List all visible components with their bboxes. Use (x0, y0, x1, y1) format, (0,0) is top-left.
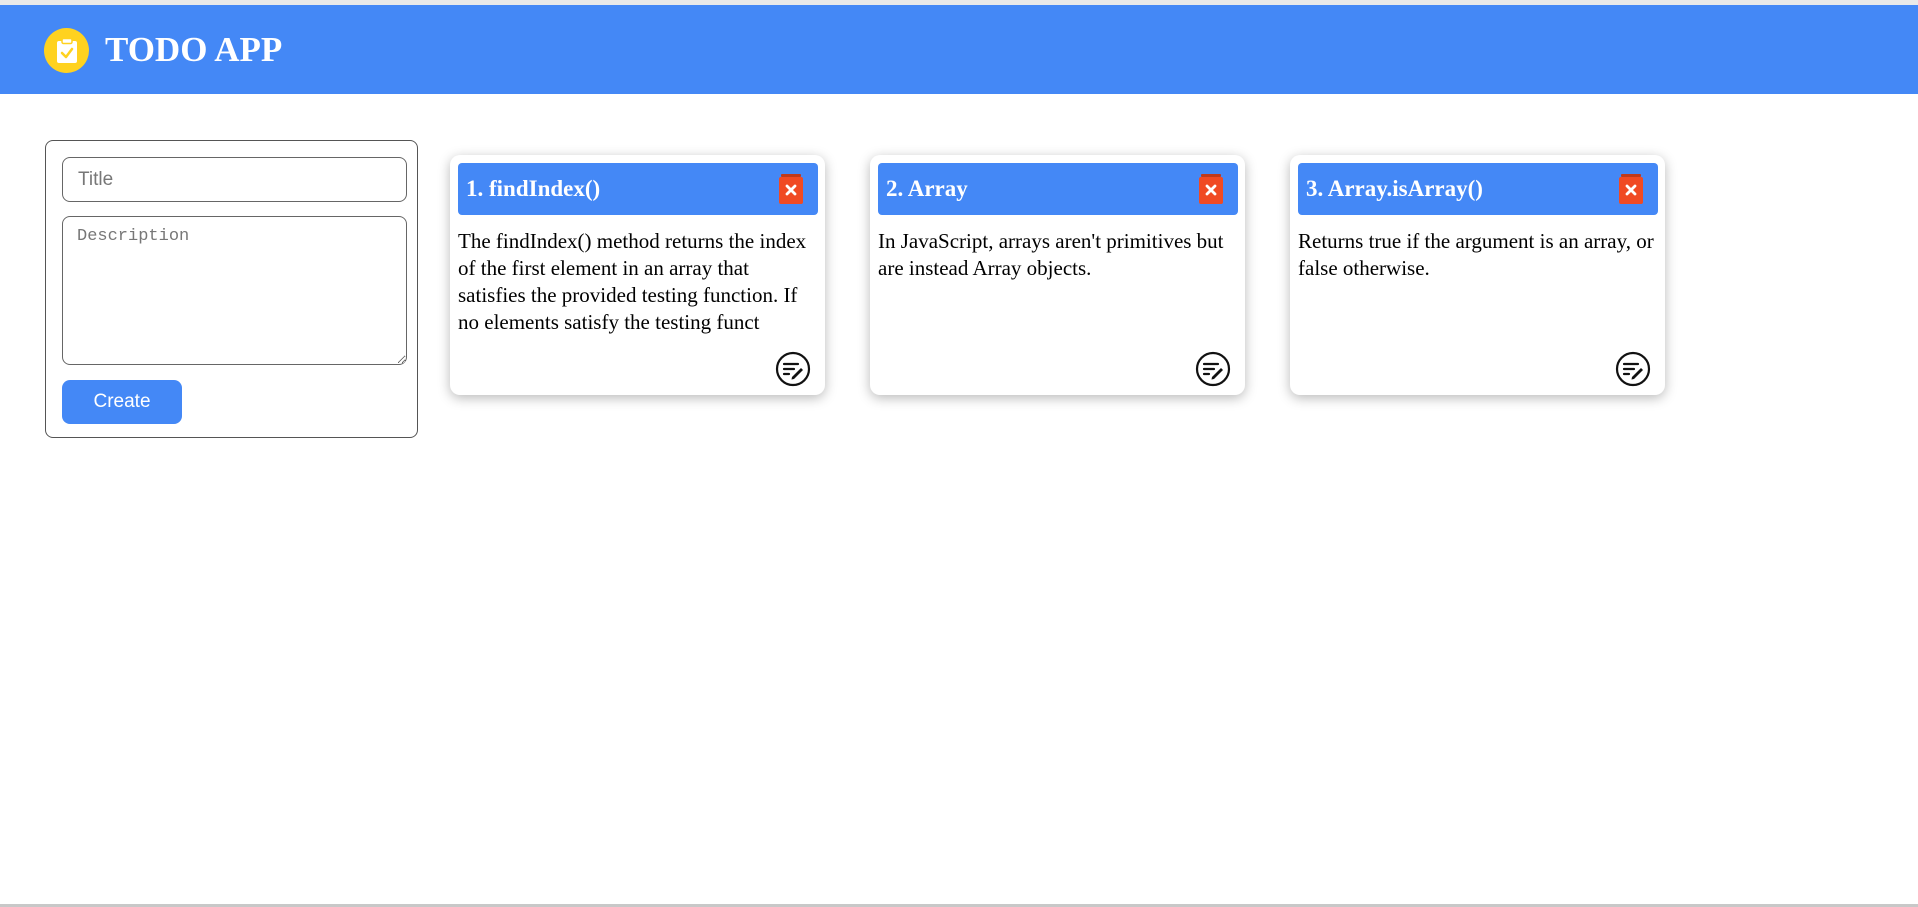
edit-note-icon[interactable] (1615, 351, 1651, 387)
todo-card-title: 3. Array.isArray() (1306, 176, 1483, 201)
app-title: TODO APP (105, 30, 283, 69)
trash-icon[interactable] (779, 174, 803, 204)
description-input[interactable] (62, 216, 407, 365)
edit-note-icon[interactable] (775, 351, 811, 387)
todo-card: 1. findIndex() The findIndex() method re… (450, 155, 825, 395)
todo-card: 2. Array In JavaScript, arrays aren't pr… (870, 155, 1245, 395)
create-button[interactable]: Create (62, 380, 182, 424)
todo-card-title: 2. Array (886, 176, 968, 201)
todo-card-header: 2. Array (878, 163, 1238, 215)
todo-card: 3. Array.isArray() Returns true if the a… (1290, 155, 1665, 395)
todo-card-title: 1. findIndex() (466, 176, 601, 201)
app-logo (44, 28, 89, 73)
clipboard-check-icon (56, 37, 77, 63)
todo-card-description: The findIndex() method returns the index… (458, 229, 807, 334)
todo-card-header: 1. findIndex() (458, 163, 818, 215)
trash-icon[interactable] (1199, 174, 1223, 204)
todo-card-header: 3. Array.isArray() (1298, 163, 1658, 215)
app-header: TODO APP (0, 5, 1918, 94)
title-input[interactable] (62, 157, 407, 202)
todo-card-description: Returns true if the argument is an array… (1298, 229, 1654, 280)
trash-icon[interactable] (1619, 174, 1643, 204)
todo-card-description: In JavaScript, arrays aren't primitives … (878, 229, 1224, 280)
edit-note-icon[interactable] (1195, 351, 1231, 387)
